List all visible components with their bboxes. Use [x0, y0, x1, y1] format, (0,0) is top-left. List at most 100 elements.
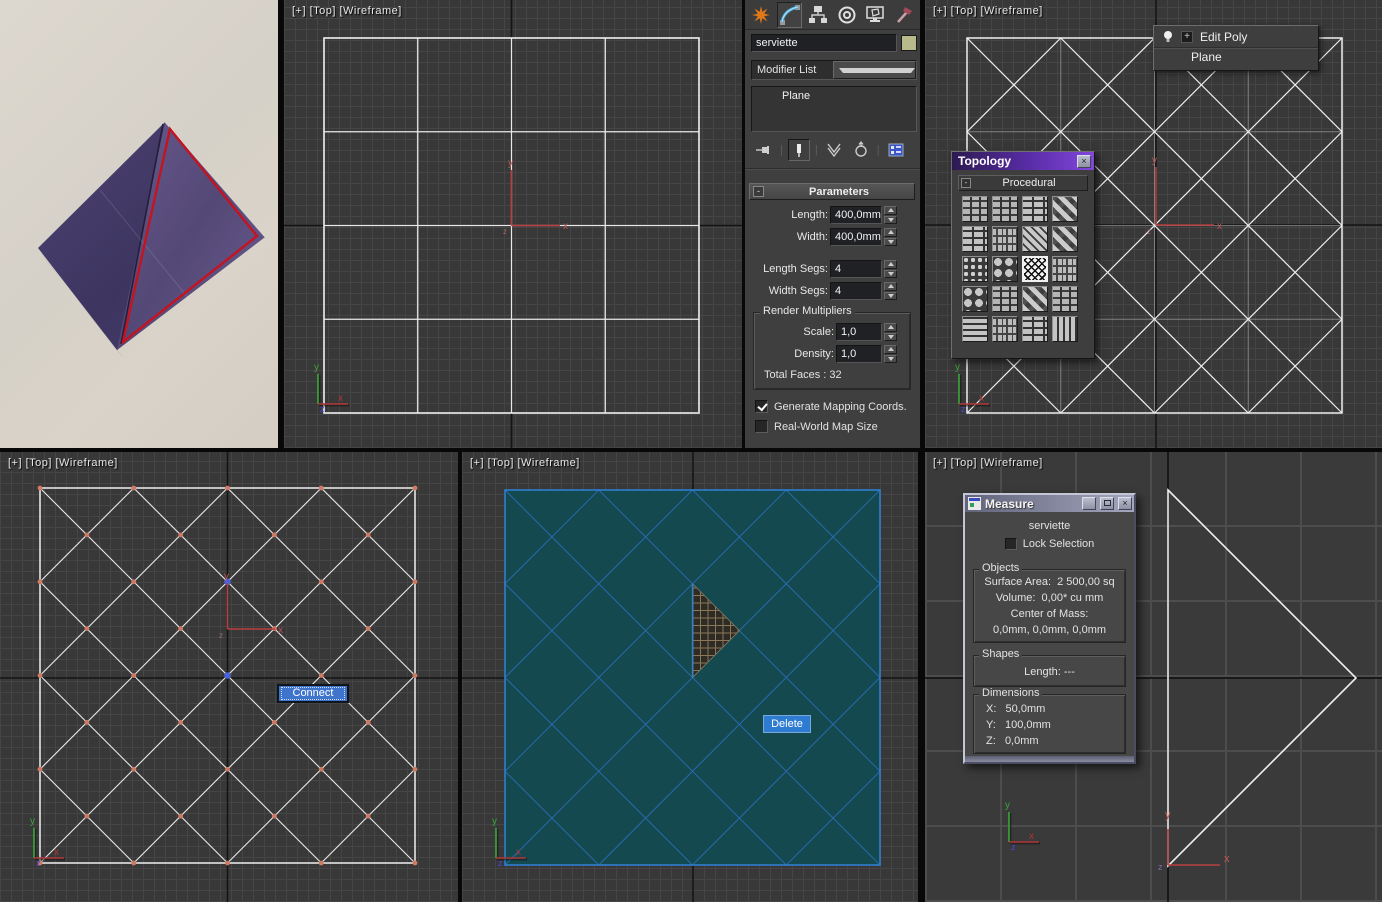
- vertex-selected[interactable]: [224, 672, 231, 679]
- vertex[interactable]: [178, 719, 184, 725]
- vertex[interactable]: [84, 626, 90, 632]
- checkbox-unchecked-icon[interactable]: [755, 420, 768, 433]
- viewport-top-quads[interactable]: y x z y x z [+] [Top] [Wireframe]: [284, 0, 742, 448]
- topology-pattern-diamonds-small[interactable]: [1052, 226, 1078, 252]
- connect-button[interactable]: Connect: [277, 684, 349, 703]
- topology-pattern-tiles-random[interactable]: [992, 226, 1018, 252]
- topology-pattern-pavers[interactable]: [992, 196, 1018, 222]
- vertex[interactable]: [412, 485, 418, 491]
- parameters-rollout-header[interactable]: - Parameters: [749, 183, 915, 200]
- topology-pattern-gravel[interactable]: [962, 256, 988, 282]
- vertex[interactable]: [131, 485, 137, 491]
- topology-pattern-flagstone[interactable]: [1022, 286, 1048, 312]
- vertex[interactable]: [318, 485, 324, 491]
- topology-pattern-bricks-offset[interactable]: [962, 226, 988, 252]
- expand-icon[interactable]: +: [1181, 30, 1193, 43]
- checkbox-checked-icon[interactable]: [755, 400, 768, 413]
- tab-modify[interactable]: [777, 1, 803, 28]
- procedural-rollout-header[interactable]: - Procedural: [958, 175, 1088, 191]
- maximize-icon[interactable]: [1100, 497, 1114, 510]
- vertex[interactable]: [178, 626, 184, 632]
- topology-pattern-diamond-weave[interactable]: [1052, 196, 1078, 222]
- make-unique-icon[interactable]: [850, 139, 872, 161]
- width-spinner[interactable]: [884, 228, 897, 246]
- close-icon[interactable]: ×: [1118, 497, 1132, 510]
- object-name-input[interactable]: serviette: [751, 34, 897, 52]
- lock-selection-row[interactable]: Lock Selection: [965, 538, 1134, 550]
- vertex[interactable]: [84, 532, 90, 538]
- viewport-bottom-vertices[interactable]: y x z y x z [+] [Top] [Wireframe] Connec…: [0, 452, 458, 902]
- vertex[interactable]: [318, 860, 324, 866]
- vertex[interactable]: [318, 766, 324, 772]
- width-segs-input[interactable]: 4: [830, 282, 882, 300]
- vertex[interactable]: [365, 532, 371, 538]
- topology-pattern-grid-blocks[interactable]: [992, 286, 1018, 312]
- vertex[interactable]: [412, 673, 418, 678]
- topology-pattern-crosshatch[interactable]: [1022, 256, 1048, 282]
- topology-pattern-curved-maze[interactable]: [1052, 256, 1078, 282]
- topology-pattern-rails[interactable]: [1022, 316, 1048, 342]
- modifier-popup-plane[interactable]: Plane: [1154, 48, 1318, 66]
- viewport-bottom-triangle[interactable]: y x z y x z [+] [Top] [Wireframe] Measur…: [925, 452, 1382, 902]
- vertex[interactable]: [412, 766, 418, 772]
- vertex[interactable]: [271, 813, 277, 819]
- viewport-label[interactable]: [+] [Top] [Wireframe]: [292, 5, 402, 17]
- modifier-list-dropdown[interactable]: Modifier List: [751, 60, 917, 80]
- vertex[interactable]: [37, 673, 43, 678]
- vertex[interactable]: [131, 579, 137, 585]
- vertex[interactable]: [178, 813, 184, 819]
- viewport-label[interactable]: [+] [Top] [Wireframe]: [933, 5, 1043, 17]
- real-world-checkbox-row[interactable]: Real-World Map Size: [755, 420, 878, 433]
- vertex[interactable]: [365, 626, 371, 632]
- density-input[interactable]: 1,0: [836, 345, 882, 363]
- vertex[interactable]: [131, 766, 137, 772]
- vertex[interactable]: [318, 673, 324, 678]
- viewport-top-crosshatch[interactable]: y x z y x z [+] [Top] [Wireframe] + Edit…: [925, 0, 1382, 448]
- topology-pattern-planks-vertical[interactable]: [1052, 316, 1078, 342]
- vertex[interactable]: [271, 719, 277, 725]
- object-color-swatch[interactable]: [901, 35, 917, 51]
- pin-stack-icon[interactable]: [753, 139, 775, 161]
- vertex[interactable]: [37, 766, 43, 772]
- topology-pattern-planks-horizontal[interactable]: [962, 316, 988, 342]
- vertex[interactable]: [84, 719, 90, 725]
- topology-pattern-hatch-diagonal[interactable]: [1022, 226, 1048, 252]
- length-segs-spinner[interactable]: [884, 260, 897, 278]
- tab-create[interactable]: [749, 2, 773, 28]
- measure-resize-strip[interactable]: [965, 756, 1134, 762]
- vertex[interactable]: [225, 485, 230, 491]
- vertex[interactable]: [131, 673, 137, 678]
- topology-pattern-shattered[interactable]: [962, 286, 988, 312]
- vertex[interactable]: [131, 860, 137, 866]
- vertex[interactable]: [178, 532, 184, 538]
- vertex[interactable]: [37, 579, 43, 585]
- width-input[interactable]: 400,0mm: [830, 228, 882, 246]
- configure-modifier-sets-icon[interactable]: [885, 139, 907, 161]
- tab-display[interactable]: [863, 2, 887, 28]
- minimize-icon[interactable]: [1082, 497, 1096, 510]
- viewport-label[interactable]: [+] [Top] [Wireframe]: [470, 457, 580, 469]
- tab-utilities[interactable]: [892, 2, 916, 28]
- width-segs-spinner[interactable]: [884, 282, 897, 300]
- vertex[interactable]: [225, 860, 230, 866]
- vertex[interactable]: [271, 532, 277, 538]
- vertex[interactable]: [365, 719, 371, 725]
- tab-hierarchy[interactable]: [806, 2, 830, 28]
- generate-mapping-checkbox-row[interactable]: Generate Mapping Coords.: [755, 400, 907, 413]
- length-segs-input[interactable]: 4: [830, 260, 882, 278]
- vertex[interactable]: [318, 579, 324, 585]
- topology-titlebar[interactable]: Topology ×: [952, 152, 1094, 170]
- pin-vertical-icon[interactable]: [787, 139, 810, 161]
- modifier-popup-edit-poly[interactable]: + Edit Poly: [1154, 26, 1318, 48]
- checkbox-unchecked-icon[interactable]: [1004, 538, 1017, 550]
- modifier-stack-item-plane[interactable]: Plane: [752, 87, 916, 106]
- topology-pattern-planks-broken[interactable]: [992, 316, 1018, 342]
- tab-motion[interactable]: [835, 2, 859, 28]
- vertex[interactable]: [365, 813, 371, 819]
- viewport-bottom-teal[interactable]: y x z [+] [Top] [Wireframe] Delete: [462, 452, 918, 902]
- show-end-result-icon[interactable]: [823, 139, 845, 161]
- density-spinner[interactable]: [884, 345, 897, 363]
- delete-button[interactable]: Delete: [763, 715, 811, 733]
- vertex[interactable]: [225, 766, 230, 772]
- vertex[interactable]: [84, 813, 90, 819]
